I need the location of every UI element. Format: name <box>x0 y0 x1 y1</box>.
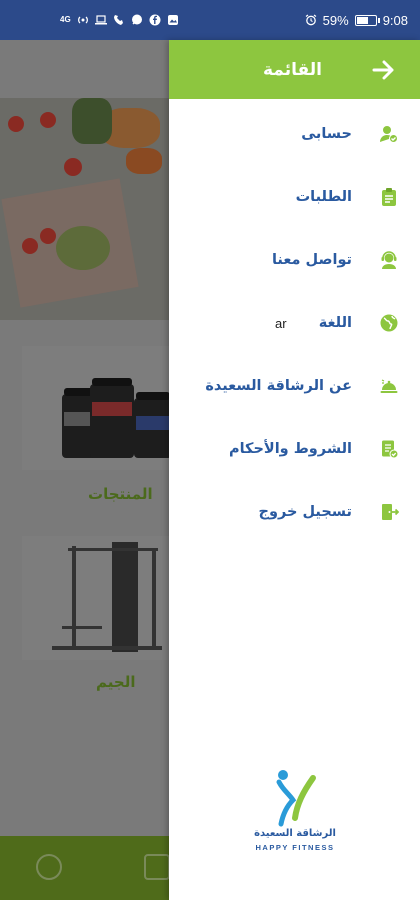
menu-item-terms[interactable]: الشروط والأحكام <box>169 429 420 469</box>
menu-item-orders[interactable]: الطلبات <box>169 177 420 217</box>
globe-icon <box>378 312 400 334</box>
service-bell-icon <box>378 375 400 397</box>
drawer-title: القائمة <box>263 59 322 80</box>
supplement-jar <box>90 378 134 458</box>
drawer-header: القائمة <box>169 40 420 99</box>
facebook-icon <box>149 14 161 26</box>
document-check-icon <box>378 438 400 460</box>
close-drawer-button[interactable] <box>370 56 398 84</box>
arrow-right-icon <box>372 60 394 79</box>
support-agent-icon <box>378 249 400 271</box>
battery-icon <box>354 14 380 26</box>
food-banner-image <box>0 98 170 320</box>
gallery-icon <box>167 15 178 25</box>
menu-item-label: الطلبات <box>295 189 352 205</box>
brain-icon <box>36 854 62 880</box>
menu-item-label: الشروط والأحكام <box>228 441 352 457</box>
menu-item-logout[interactable]: تسجيل خروج <box>169 492 420 532</box>
status-system: 59% 9:08 <box>305 13 408 28</box>
language-value: ar <box>275 315 287 331</box>
menu-item-about[interactable]: عن الرشاقة السعيدة <box>169 366 420 406</box>
status-bar: 4G 59% 9:08 <box>0 0 420 40</box>
battery-percent: 59% <box>322 12 349 28</box>
products-label: المنتجات <box>88 485 153 503</box>
chat-icon <box>131 14 142 25</box>
gym-card-image <box>22 536 172 660</box>
gym-label: الجيم <box>96 673 136 691</box>
supplement-jar <box>134 392 172 458</box>
hotspot-icon <box>77 16 88 24</box>
happy-fitness-logo: الرشاقة السعيدة HAPPY FITNESS <box>249 768 341 868</box>
menu-item-label: تسجيل خروج <box>258 504 353 520</box>
battery-fill <box>356 16 369 24</box>
menu-item-contact[interactable]: تواصل معنا <box>169 240 420 280</box>
user-check-icon <box>378 123 400 145</box>
network-type: 4G <box>60 15 71 24</box>
status-notifications: 4G <box>60 14 179 26</box>
menu-item-label: تواصل معنا <box>271 252 352 268</box>
clipboard-icon <box>378 186 400 208</box>
menu-item-language[interactable]: ar اللغة <box>169 303 420 343</box>
menu-item-label: اللغة <box>318 315 352 331</box>
menu-item-account[interactable]: حسابى <box>169 114 420 154</box>
phone-call-icon <box>113 15 123 25</box>
logo-english-name: HAPPY FITNESS <box>255 843 335 852</box>
alarm-icon <box>305 14 317 26</box>
products-card-image <box>22 346 172 470</box>
cart-icon <box>144 854 170 880</box>
menu-item-label: عن الرشاقة السعيدة <box>205 378 352 394</box>
logo-arabic-name: الرشاقة السعيدة <box>254 828 336 839</box>
logo-figure-icon <box>276 770 316 827</box>
menu-item-label: حسابى <box>301 126 352 142</box>
laptop-icon <box>94 15 107 25</box>
clock: 9:08 <box>382 12 408 28</box>
navigation-drawer: القائمة حسابى الطلبات تواصل معنا ar اللغ… <box>169 40 420 900</box>
logout-icon <box>378 501 400 523</box>
